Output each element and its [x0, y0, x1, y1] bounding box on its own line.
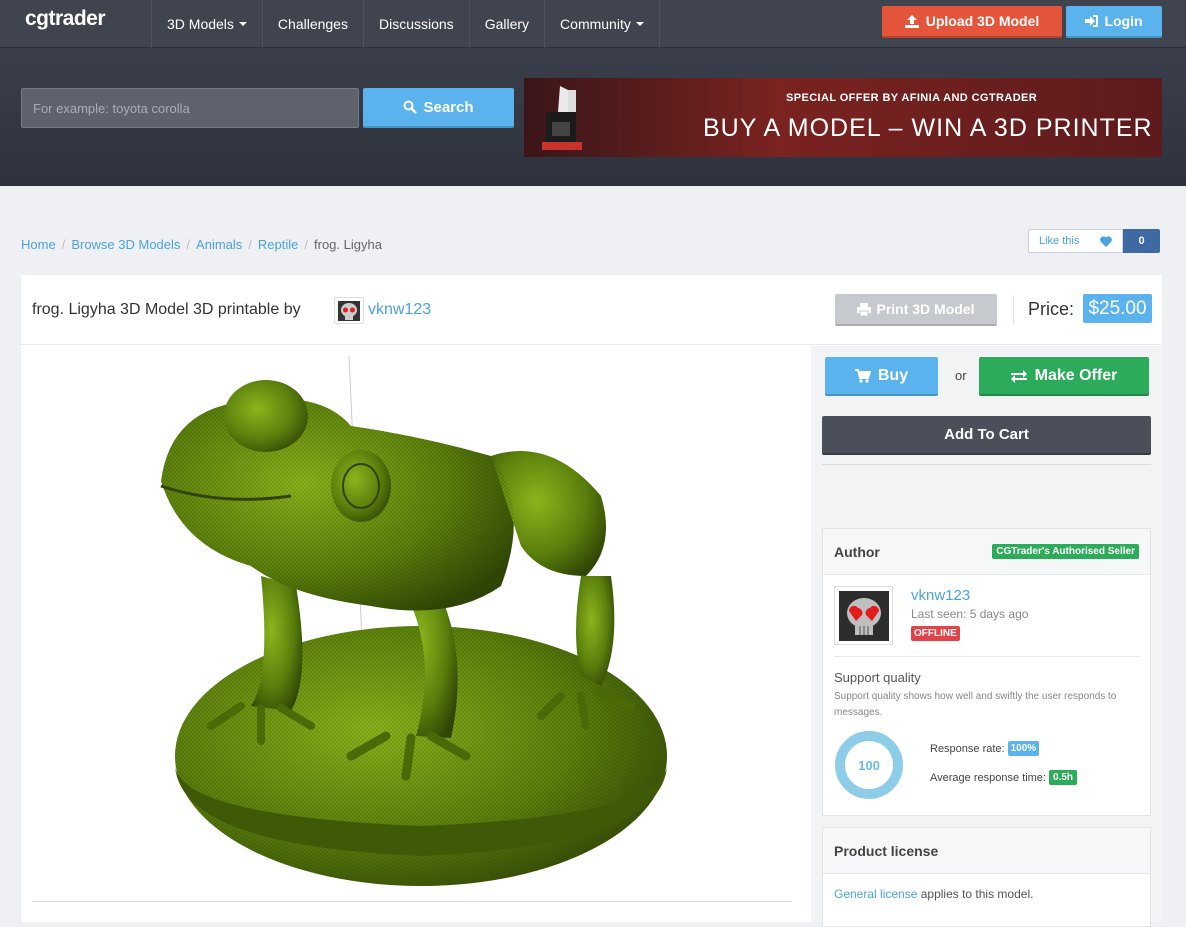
sidebar-divider [822, 464, 1151, 465]
search-placeholder: For example: toyota corolla [33, 100, 190, 116]
nav-3d-models-label: 3D Models [167, 16, 234, 32]
general-license-link[interactable]: General license [834, 887, 917, 901]
print-label: Print 3D Model [876, 301, 975, 317]
product-author-link[interactable]: vknw123 [368, 301, 431, 319]
support-score: 100 [858, 758, 880, 773]
support-quality-title: Support quality [834, 670, 921, 685]
breadcrumb-animals[interactable]: Animals [196, 237, 242, 252]
response-rate: Response rate: 100% [930, 741, 1040, 756]
hero-search-area: For example: toyota corolla Search SPECI… [0, 48, 1186, 186]
support-quality-description: Support quality shows how well and swift… [834, 691, 1117, 718]
support-score-ring: 100 [835, 731, 903, 799]
price-value: $25.00 [1083, 294, 1152, 323]
nav-gallery[interactable]: Gallery [468, 0, 544, 48]
author-name-link[interactable]: vknw123 [911, 587, 970, 604]
breadcrumb-separator: / [61, 237, 66, 252]
author-divider [834, 656, 1140, 657]
license-panel: Product license General license applies … [822, 827, 1151, 927]
cart-icon [854, 368, 871, 383]
search-button[interactable]: Search [363, 88, 514, 128]
price-divider [1013, 295, 1014, 325]
nav-discussions[interactable]: Discussions [362, 0, 469, 48]
nav-gallery-label: Gallery [484, 16, 530, 32]
make-offer-button[interactable]: Make Offer [979, 357, 1149, 396]
printer-icon [857, 302, 872, 316]
license-panel-title: Product license [823, 828, 1150, 874]
breadcrumb: Home / Browse 3D Models / Animals / Reptile… [21, 237, 382, 252]
author-last-seen: Last seen: 5 days ago [911, 607, 1029, 621]
logo[interactable]: cgtrader [25, 7, 106, 31]
author-avatar-small[interactable] [334, 297, 364, 324]
nav-discussions-label: Discussions [378, 16, 454, 32]
login-button[interactable]: Login [1066, 6, 1162, 38]
add-to-cart-label: Add To Cart [944, 426, 1029, 443]
like-count: 0 [1123, 229, 1160, 253]
average-response-time: Average response time: 0.5h [930, 770, 1077, 785]
response-rate-label: Response rate: [930, 742, 1005, 755]
breadcrumb-separator: / [186, 237, 191, 252]
product-card: frog. Ligyha 3D Model 3D printable by vk… [21, 275, 1162, 927]
upload-model-button[interactable]: Upload 3D Model [882, 6, 1062, 38]
or-separator: or [955, 368, 967, 383]
chevron-down-icon [238, 22, 247, 26]
banner-offer-text: SPECIAL OFFER BY AFINIA AND CGTRADER [786, 92, 1038, 104]
author-panel-title: Author [834, 543, 880, 560]
buy-label: Buy [877, 366, 909, 384]
exchange-icon [1010, 369, 1027, 383]
breadcrumb-home[interactable]: Home [21, 237, 56, 252]
sign-in-icon [1085, 15, 1099, 27]
upload-label: Upload 3D Model [925, 13, 1040, 29]
add-to-cart-button[interactable]: Add To Cart [822, 416, 1151, 455]
authorised-seller-badge: CGTrader's Authorised Seller [992, 544, 1139, 559]
search-button-label: Search [423, 98, 474, 116]
login-label: Login [1104, 13, 1143, 29]
breadcrumb-browse[interactable]: Browse 3D Models [71, 237, 180, 252]
top-navbar: cgtrader 3D Models Challenges Discussion… [0, 0, 1186, 48]
heart-icon [1100, 235, 1112, 247]
buy-button[interactable]: Buy [825, 357, 938, 396]
response-rate-value: 100% [1007, 741, 1040, 756]
model-viewer[interactable] [21, 346, 811, 922]
upload-icon [904, 14, 919, 28]
nav-challenges[interactable]: Challenges [261, 0, 363, 48]
nav-community-label: Community [560, 16, 631, 32]
frog-model-image [160, 355, 667, 886]
breadcrumb-reptile[interactable]: Reptile [258, 237, 298, 252]
nav-3d-models[interactable]: 3D Models [151, 0, 262, 48]
viewer-divider [32, 901, 792, 902]
3d-printer-image [542, 86, 582, 150]
chevron-down-icon [635, 22, 644, 26]
skull-avatar-icon [338, 300, 360, 321]
like-label: Like this [1039, 235, 1080, 247]
author-avatar[interactable] [834, 586, 893, 645]
product-title: frog. Ligyha 3D Model 3D printable by [32, 301, 301, 318]
license-text: General license applies to this model. [834, 887, 1033, 901]
nav-community[interactable]: Community [544, 0, 660, 48]
product-header: frog. Ligyha 3D Model 3D printable by vk… [21, 275, 1162, 345]
license-suffix: applies to this model. [917, 887, 1034, 901]
breadcrumb-separator: / [304, 237, 309, 252]
response-time-value: 0.5h [1048, 770, 1077, 785]
author-panel: Author CGTrader's Authorised Seller vknw… [822, 528, 1151, 816]
main-nav: 3D Models Challenges Discussions Gallery… [151, 0, 660, 48]
make-offer-label: Make Offer [1034, 366, 1118, 384]
breadcrumb-separator: / [248, 237, 252, 252]
purchase-sidebar: Buy or Make Offer Add To Cart Author CGT… [811, 346, 1162, 927]
author-panel-header: Author CGTrader's Authorised Seller [823, 529, 1150, 575]
search-input[interactable]: For example: toyota corolla [21, 88, 359, 128]
nav-challenges-label: Challenges [277, 16, 348, 32]
promo-banner[interactable]: SPECIAL OFFER BY AFINIA AND CGTRADER BUY… [524, 78, 1162, 157]
price-label: Price: [1028, 299, 1075, 319]
status-badge: OFFLINE [911, 626, 960, 641]
like-widget: Like this 0 [1028, 229, 1160, 253]
response-time-label: Average response time: [930, 771, 1046, 784]
like-button[interactable]: Like this [1028, 229, 1123, 253]
search-icon [403, 100, 418, 114]
breadcrumb-current: frog. Ligyha [314, 237, 382, 252]
skull-avatar-icon [838, 590, 889, 641]
print-3d-model-button[interactable]: Print 3D Model [835, 294, 997, 326]
banner-headline: BUY A MODEL – WIN A 3D PRINTER [703, 114, 1153, 142]
